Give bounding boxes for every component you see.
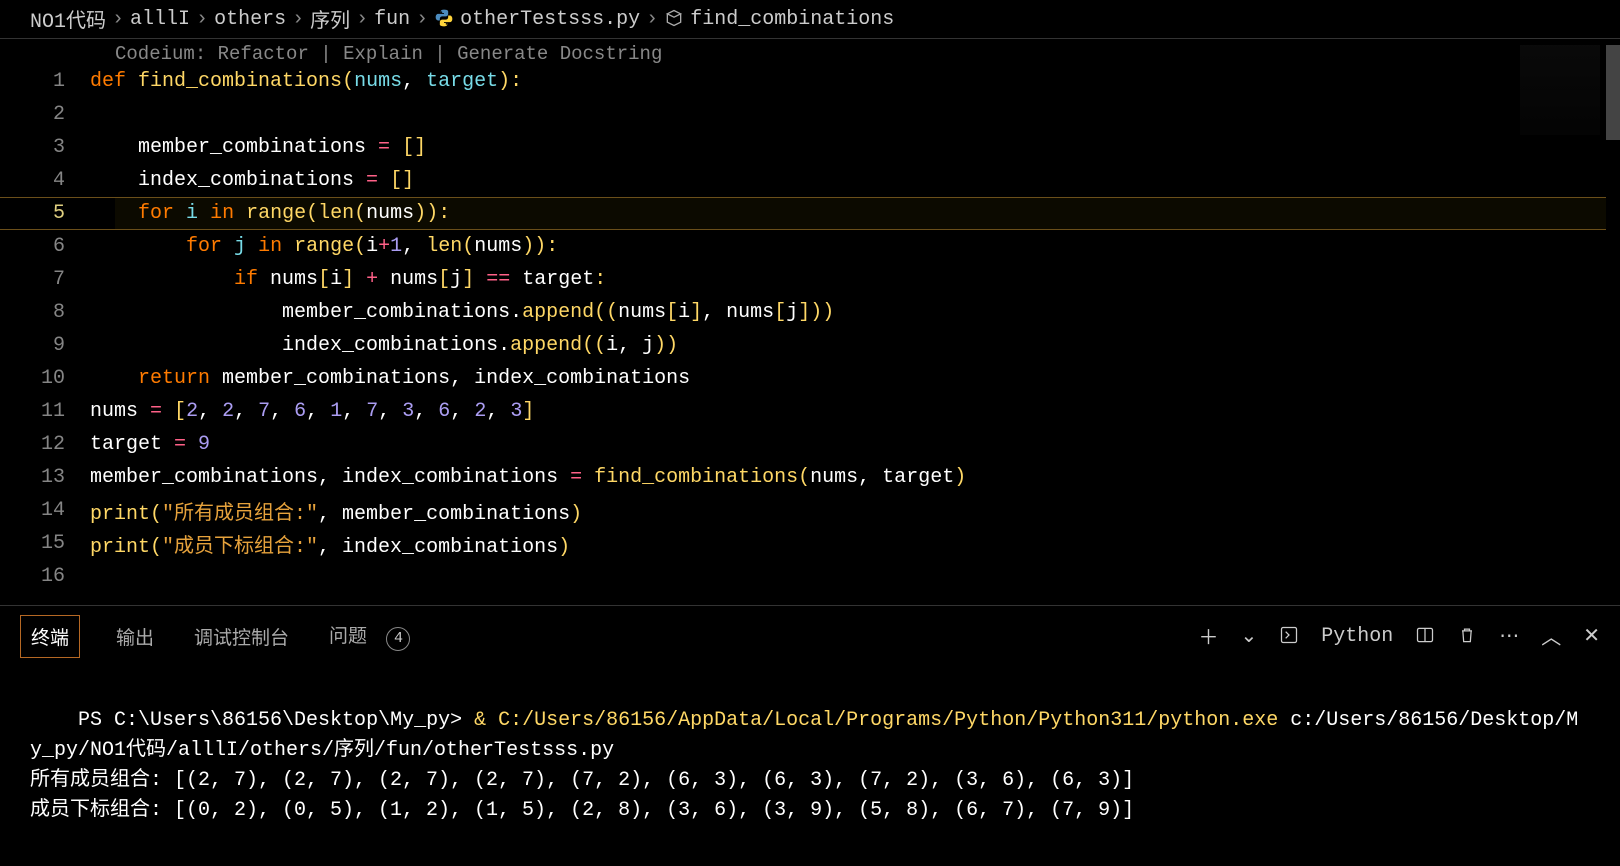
code-content: target = 9 (90, 433, 1620, 456)
breadcrumb-symbol[interactable]: find_combinations (690, 8, 894, 31)
code-line[interactable]: 1def find_combinations(nums, target): (0, 65, 1620, 98)
chevron-right-icon: › (112, 8, 124, 31)
line-number: 5 (0, 202, 90, 225)
terminal-output[interactable]: PS C:\Users\86156\Desktop\My_py> & C:/Us… (0, 658, 1620, 866)
code-line[interactable]: 8 member_combinations.append((nums[i], n… (0, 296, 1620, 329)
breadcrumb-item[interactable]: others (214, 8, 286, 31)
chevron-right-icon: › (292, 8, 304, 31)
python-file-icon (434, 8, 454, 31)
line-number: 12 (0, 433, 90, 456)
line-number: 15 (0, 532, 90, 555)
problems-count-badge: 4 (386, 627, 410, 651)
chevron-right-icon: › (196, 8, 208, 31)
line-number: 8 (0, 301, 90, 324)
trash-icon[interactable] (1457, 625, 1477, 648)
terminal-line: 成员下标组合: [(0, 2), (0, 5), (1, 2), (1, 5),… (30, 799, 1134, 822)
new-terminal-icon[interactable]: ＋ (1198, 621, 1218, 651)
symbol-function-icon (664, 8, 684, 31)
codelens-refactor[interactable]: Refactor (218, 43, 309, 65)
bottom-panel: 终端 输出 调试控制台 问题 4 ＋ ⌄ Python ⋯ ︿ ✕ PS C:\… (0, 605, 1620, 853)
split-terminal-icon[interactable] (1415, 625, 1435, 648)
code-content: for j in range(i+1, len(nums)): (90, 235, 1620, 258)
code-content: if nums[i] + nums[j] == target: (90, 268, 1620, 291)
minimap[interactable] (1520, 45, 1600, 135)
code-content: for i in range(len(nums)): (90, 202, 1620, 225)
code-line[interactable]: 6 for j in range(i+1, len(nums)): (0, 230, 1620, 263)
codelens-docstring[interactable]: Generate Docstring (457, 43, 662, 65)
tab-problems[interactable]: 问题 4 (325, 613, 414, 659)
code-line[interactable]: 14print("所有成员组合:", member_combinations) (0, 494, 1620, 527)
codelens-explain[interactable]: Explain (343, 43, 423, 65)
breadcrumb-item[interactable]: fun (374, 8, 410, 31)
code-line[interactable]: 4 index_combinations = [] (0, 164, 1620, 197)
panel-actions: ＋ ⌄ Python ⋯ ︿ ✕ (1198, 621, 1600, 651)
code-line[interactable]: 7 if nums[i] + nums[j] == target: (0, 263, 1620, 296)
code-line[interactable]: 13member_combinations, index_combination… (0, 461, 1620, 494)
code-content: def find_combinations(nums, target): (90, 70, 1620, 93)
terminal-line: 所有成员组合: [(2, 7), (2, 7), (2, 7), (2, 7),… (30, 769, 1134, 792)
shell-label[interactable]: Python (1321, 625, 1393, 648)
code-content: member_combinations, index_combinations … (90, 466, 1620, 489)
chevron-right-icon: › (356, 8, 368, 31)
codelens-prefix: Codeium: (115, 43, 218, 65)
terminal-prompt: PS C:\Users\86156\Desktop\My_py> (78, 709, 474, 732)
panel-tabs: 终端 输出 调试控制台 问题 4 ＋ ⌄ Python ⋯ ︿ ✕ (0, 606, 1620, 658)
line-number: 1 (0, 70, 90, 93)
code-line[interactable]: 12target = 9 (0, 428, 1620, 461)
code-content: member_combinations.append((nums[i], num… (90, 301, 1620, 324)
breadcrumb: NO1代码 › alllI › others › 序列 › fun › othe… (0, 0, 1620, 39)
line-number: 11 (0, 400, 90, 423)
code-line[interactable]: 5 for i in range(len(nums)): (0, 197, 1620, 230)
code-content: nums = [2, 2, 7, 6, 1, 7, 3, 6, 2, 3] (90, 400, 1620, 423)
code-content: print("所有成员组合:", member_combinations) (90, 496, 1620, 526)
code-content: return member_combinations, index_combin… (90, 367, 1620, 390)
code-content: print("成员下标组合:", index_combinations) (90, 529, 1620, 559)
tab-terminal[interactable]: 终端 (20, 615, 80, 658)
breadcrumb-item[interactable]: alllI (130, 8, 190, 31)
line-number: 2 (0, 103, 90, 126)
chevron-down-icon[interactable]: ⌄ (1240, 623, 1257, 649)
chevron-up-icon[interactable]: ︿ (1541, 621, 1561, 651)
code-line[interactable]: 11nums = [2, 2, 7, 6, 1, 7, 3, 6, 2, 3] (0, 395, 1620, 428)
line-number: 4 (0, 169, 90, 192)
line-number: 7 (0, 268, 90, 291)
line-number: 9 (0, 334, 90, 357)
code-content: index_combinations = [] (90, 169, 1620, 192)
codelens: Codeium: Refactor | Explain | Generate D… (0, 39, 1620, 65)
code-line[interactable]: 16 (0, 560, 1620, 593)
code-editor[interactable]: 1def find_combinations(nums, target):23 … (0, 65, 1620, 593)
breadcrumb-item[interactable]: NO1代码 (30, 4, 106, 34)
code-line[interactable]: 10 return member_combinations, index_com… (0, 362, 1620, 395)
tab-output[interactable]: 输出 (112, 615, 158, 658)
code-line[interactable]: 3 member_combinations = [] (0, 131, 1620, 164)
breadcrumb-file[interactable]: otherTestsss.py (460, 8, 640, 31)
more-icon[interactable]: ⋯ (1499, 623, 1519, 649)
line-number: 14 (0, 499, 90, 522)
code-line[interactable]: 9 index_combinations.append((i, j)) (0, 329, 1620, 362)
code-line[interactable]: 2 (0, 98, 1620, 131)
close-icon[interactable]: ✕ (1583, 623, 1600, 649)
chevron-right-icon: › (416, 8, 428, 31)
line-number: 10 (0, 367, 90, 390)
terminal-command-exe: C:/Users/86156/AppData/Local/Programs/Py… (498, 709, 1278, 732)
chevron-right-icon: › (646, 8, 658, 31)
scrollbar-thumb[interactable] (1606, 45, 1620, 140)
code-line[interactable]: 15print("成员下标组合:", index_combinations) (0, 527, 1620, 560)
terminal-command-amp: & (474, 709, 498, 732)
breadcrumb-item[interactable]: 序列 (310, 4, 350, 34)
code-content: member_combinations = [] (90, 136, 1620, 159)
tab-debug-console[interactable]: 调试控制台 (190, 615, 293, 658)
line-number: 13 (0, 466, 90, 489)
code-content: index_combinations.append((i, j)) (90, 334, 1620, 357)
line-number: 3 (0, 136, 90, 159)
run-terminal-icon[interactable] (1279, 625, 1299, 648)
line-number: 6 (0, 235, 90, 258)
line-number: 16 (0, 565, 90, 588)
